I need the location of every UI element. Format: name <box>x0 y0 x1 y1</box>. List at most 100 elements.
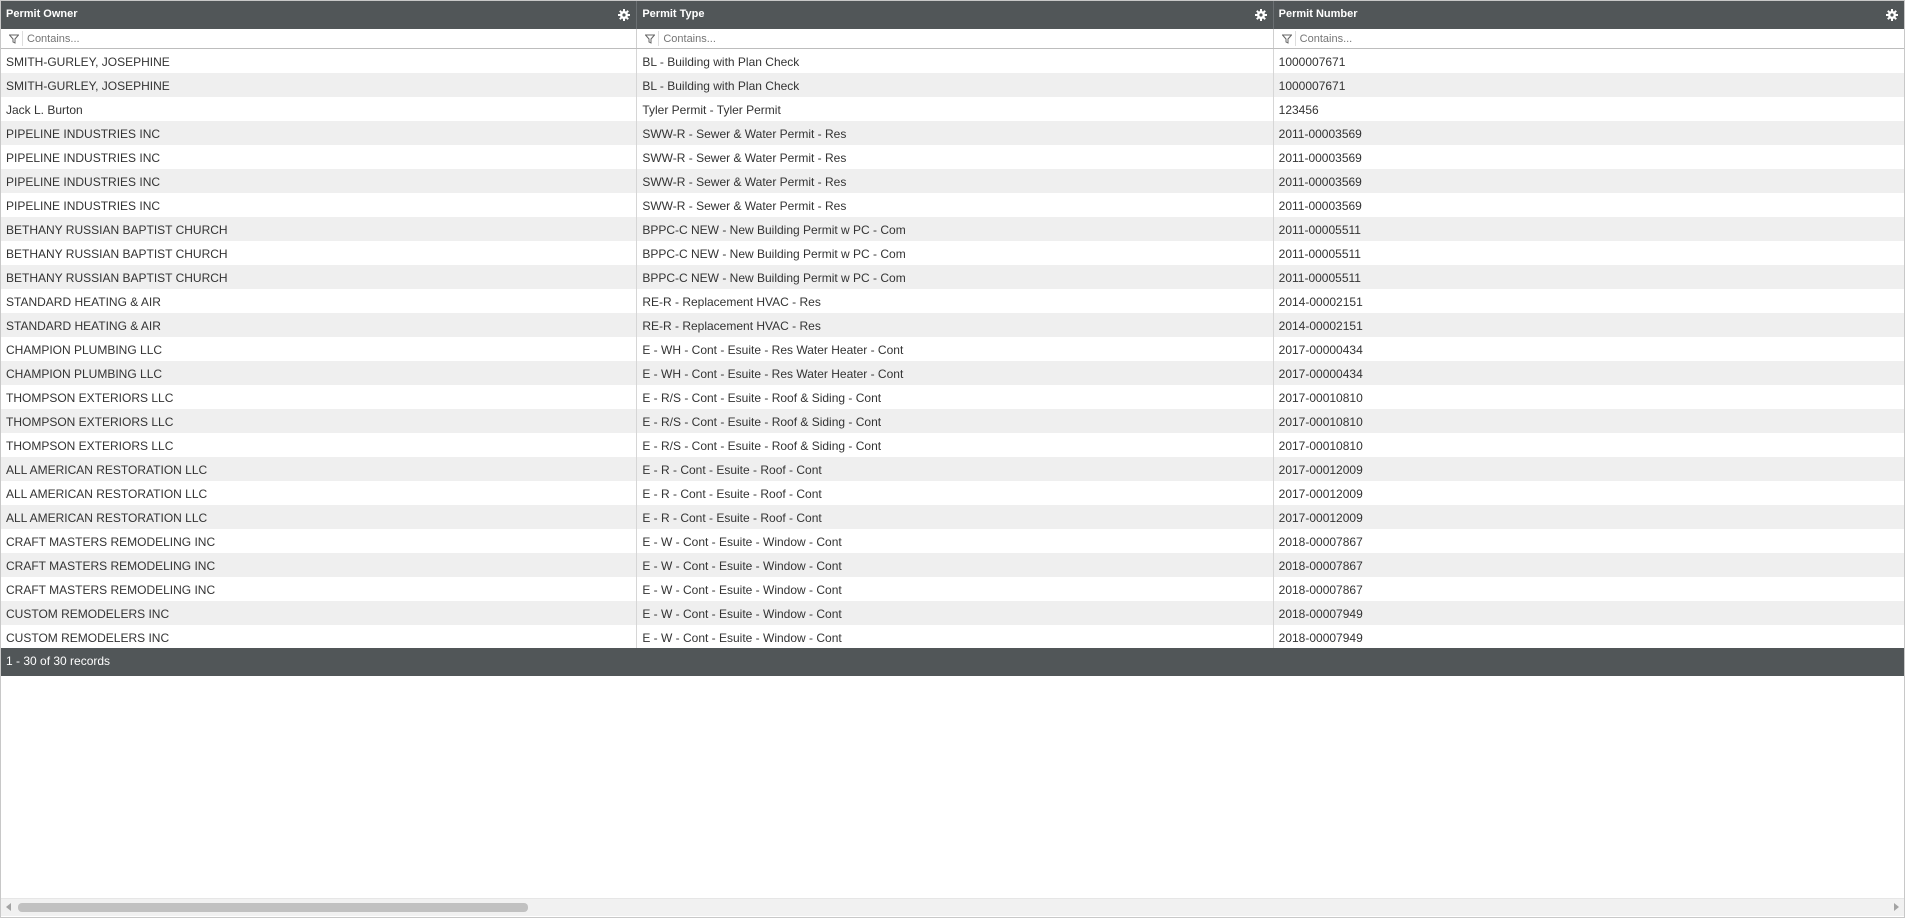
cell-permit-number: 2018-00007867 <box>1278 559 1363 573</box>
funnel-icon[interactable] <box>9 34 19 44</box>
column-header-permit-type[interactable]: Permit Type <box>637 1 1274 29</box>
cell-permit-owner: BETHANY RUSSIAN BAPTIST CHURCH <box>1 217 638 241</box>
cell-permit-type: E - W - Cont - Esuite - Window - Cont <box>637 577 1274 601</box>
table-row[interactable]: BETHANY RUSSIAN BAPTIST CHURCH BPPC-C NEW… <box>1 241 1904 265</box>
cell-permit-number: 2011-00005511 <box>1278 247 1361 261</box>
cell-permit-type: BPPC-C NEW - New Building Permit w PC - … <box>637 217 1274 241</box>
cell-permit-number: 123456 <box>1278 103 1319 117</box>
cell-permit-number: 2018-00007949 <box>1278 607 1363 621</box>
grid-body: SMITH-GURLEY, JOSEPHINE BL - Building wit… <box>1 49 1904 649</box>
records-count: 1 - 30 of 30 records <box>6 654 111 668</box>
table-row[interactable]: CRAFT MASTERS REMODELING INC E - W - Cont… <box>1 529 1904 553</box>
cell-permit-owner: CHAMPION PLUMBING LLC <box>1 361 638 385</box>
cell-permit-number: 2018-00007867 <box>1278 583 1363 597</box>
cell-permit-number: 2017-00012009 <box>1278 511 1363 525</box>
gear-icon[interactable] <box>618 9 631 21</box>
cell-permit-number: 2017-00010810 <box>1278 391 1363 405</box>
cell-permit-type: E - W - Cont - Esuite - Window - Cont <box>637 625 1274 649</box>
cell-permit-owner: STANDARD HEATING & AIR <box>1 313 638 337</box>
cell-permit-owner: CRAFT MASTERS REMODELING INC <box>1 577 638 601</box>
cell-permit-owner: CRAFT MASTERS REMODELING INC <box>1 553 638 577</box>
cell-permit-type: RE-R - Replacement HVAC - Res <box>637 289 1274 313</box>
cell-permit-type: E - R - Cont - Esuite - Roof - Cont <box>637 457 1274 481</box>
cell-permit-number: 1000007671 <box>1278 79 1346 93</box>
cell-permit-number: 2017-00010810 <box>1278 439 1363 453</box>
scroll-left-arrow[interactable] <box>6 903 11 911</box>
table-row[interactable]: SMITH-GURLEY, JOSEPHINE BL - Building wit… <box>1 49 1904 73</box>
cell-permit-owner: THOMPSON EXTERIORS LLC <box>1 433 638 457</box>
cell-permit-number: 2011-00003569 <box>1278 175 1362 189</box>
cell-permit-owner: PIPELINE INDUSTRIES INC <box>1 145 638 169</box>
cell-permit-type: SWW-R - Sewer & Water Permit - Res <box>637 121 1274 145</box>
cell-permit-owner: ALL AMERICAN RESTORATION LLC <box>1 505 638 529</box>
cell-permit-number: 2018-00007867 <box>1278 535 1363 549</box>
filter-input-permit-owner[interactable] <box>22 31 596 46</box>
column-header-permit-number[interactable]: Permit Number <box>1274 1 1904 29</box>
table-row[interactable]: SMITH-GURLEY, JOSEPHINE BL - Building wit… <box>1 73 1904 97</box>
table-row[interactable]: CHAMPION PLUMBING LLC E - WH - Cont - Esu… <box>1 361 1904 385</box>
cell-permit-type: E - R/S - Cont - Esuite - Roof & Siding … <box>637 385 1274 409</box>
funnel-icon[interactable] <box>1281 34 1292 44</box>
table-row[interactable]: ALL AMERICAN RESTORATION LLC E - R - Cont… <box>1 457 1904 481</box>
cell-permit-owner: CHAMPION PLUMBING LLC <box>1 337 638 361</box>
cell-permit-type: E - W - Cont - Esuite - Window - Cont <box>637 601 1274 625</box>
grid-header: Permit Owner Permit Type Permit Number <box>1 1 1904 29</box>
table-row[interactable]: CHAMPION PLUMBING LLC E - WH - Cont - Esu… <box>1 337 1904 361</box>
cell-permit-type: SWW-R - Sewer & Water Permit - Res <box>637 169 1274 193</box>
filter-input-permit-type[interactable] <box>658 31 1232 46</box>
table-row[interactable]: CRAFT MASTERS REMODELING INC E - W - Cont… <box>1 553 1904 577</box>
cell-permit-owner: STANDARD HEATING & AIR <box>1 289 638 313</box>
table-row[interactable]: ALL AMERICAN RESTORATION LLC E - R - Cont… <box>1 481 1904 505</box>
table-row[interactable]: THOMPSON EXTERIORS LLC E - R/S - Cont - E… <box>1 433 1904 457</box>
column-header-label: Permit Number <box>1278 8 1358 20</box>
table-row[interactable]: PIPELINE INDUSTRIES INC SWW-R - Sewer & W… <box>1 193 1904 217</box>
scroll-thumb[interactable] <box>18 903 528 912</box>
table-row[interactable]: ALL AMERICAN RESTORATION LLC E - R - Cont… <box>1 505 1904 529</box>
table-row[interactable]: BETHANY RUSSIAN BAPTIST CHURCH BPPC-C NEW… <box>1 265 1904 289</box>
filter-input-permit-number[interactable] <box>1294 31 1864 46</box>
table-row[interactable]: BETHANY RUSSIAN BAPTIST CHURCH BPPC-C NEW… <box>1 217 1904 241</box>
cell-permit-type: E - R/S - Cont - Esuite - Roof & Siding … <box>637 433 1274 457</box>
cell-permit-owner: ALL AMERICAN RESTORATION LLC <box>1 481 638 505</box>
cell-permit-type: E - W - Cont - Esuite - Window - Cont <box>637 529 1274 553</box>
cell-permit-owner: CUSTOM REMODELERS INC <box>1 601 638 625</box>
cell-permit-number: 2018-00007949 <box>1278 631 1363 645</box>
filter-cell-permit-number <box>1274 29 1904 48</box>
cell-permit-owner: BETHANY RUSSIAN BAPTIST CHURCH <box>1 265 638 289</box>
cell-permit-type: BL - Building with Plan Check <box>637 49 1274 73</box>
cell-permit-owner: PIPELINE INDUSTRIES INC <box>1 121 638 145</box>
table-row[interactable]: CRAFT MASTERS REMODELING INC E - W - Cont… <box>1 577 1904 601</box>
cell-permit-owner: THOMPSON EXTERIORS LLC <box>1 409 638 433</box>
cell-permit-number: 2011-00003569 <box>1278 199 1362 213</box>
gear-icon[interactable] <box>1254 9 1267 21</box>
table-row[interactable]: PIPELINE INDUSTRIES INC SWW-R - Sewer & W… <box>1 169 1904 193</box>
cell-permit-type: BL - Building with Plan Check <box>637 73 1274 97</box>
table-row[interactable]: THOMPSON EXTERIORS LLC E - R/S - Cont - E… <box>1 385 1904 409</box>
cell-permit-owner: SMITH-GURLEY, JOSEPHINE <box>1 73 638 97</box>
filter-cell-permit-owner <box>1 29 638 48</box>
table-row[interactable]: PIPELINE INDUSTRIES INC SWW-R - Sewer & W… <box>1 145 1904 169</box>
scroll-right-arrow[interactable] <box>1894 903 1899 911</box>
cell-permit-type: Tyler Permit - Tyler Permit <box>637 97 1274 121</box>
table-row[interactable]: STANDARD HEATING & AIR RE-R - Replacement… <box>1 313 1904 337</box>
table-row[interactable]: Jack L. Burton Tyler Permit - Tyler Permi… <box>1 97 1904 121</box>
table-row[interactable]: STANDARD HEATING & AIR RE-R - Replacement… <box>1 289 1904 313</box>
column-header-permit-owner[interactable]: Permit Owner <box>1 1 638 29</box>
table-row[interactable]: PIPELINE INDUSTRIES INC SWW-R - Sewer & W… <box>1 121 1904 145</box>
cell-permit-number: 1000007671 <box>1278 55 1346 69</box>
permit-grid: Permit Owner Permit Type Permit Number S… <box>0 0 1905 918</box>
funnel-icon[interactable] <box>645 34 656 44</box>
table-row[interactable]: CUSTOM REMODELERS INC E - W - Cont - Esui… <box>1 625 1904 649</box>
cell-permit-type: RE-R - Replacement HVAC - Res <box>637 313 1274 337</box>
cell-permit-type: E - R - Cont - Esuite - Roof - Cont <box>637 505 1274 529</box>
table-row[interactable]: THOMPSON EXTERIORS LLC E - R/S - Cont - E… <box>1 409 1904 433</box>
table-row[interactable]: CUSTOM REMODELERS INC E - W - Cont - Esui… <box>1 601 1904 625</box>
cell-permit-number: 2011-00005511 <box>1278 271 1361 285</box>
gear-icon[interactable] <box>1886 9 1898 21</box>
cell-permit-owner: SMITH-GURLEY, JOSEPHINE <box>1 49 638 73</box>
cell-permit-number: 2017-00000434 <box>1278 367 1363 381</box>
horizontal-scrollbar[interactable] <box>1 898 1904 916</box>
cell-permit-number: 2017-00012009 <box>1278 463 1363 477</box>
cell-permit-type: E - WH - Cont - Esuite - Res Water Heate… <box>637 337 1274 361</box>
cell-permit-type: E - W - Cont - Esuite - Window - Cont <box>637 553 1274 577</box>
